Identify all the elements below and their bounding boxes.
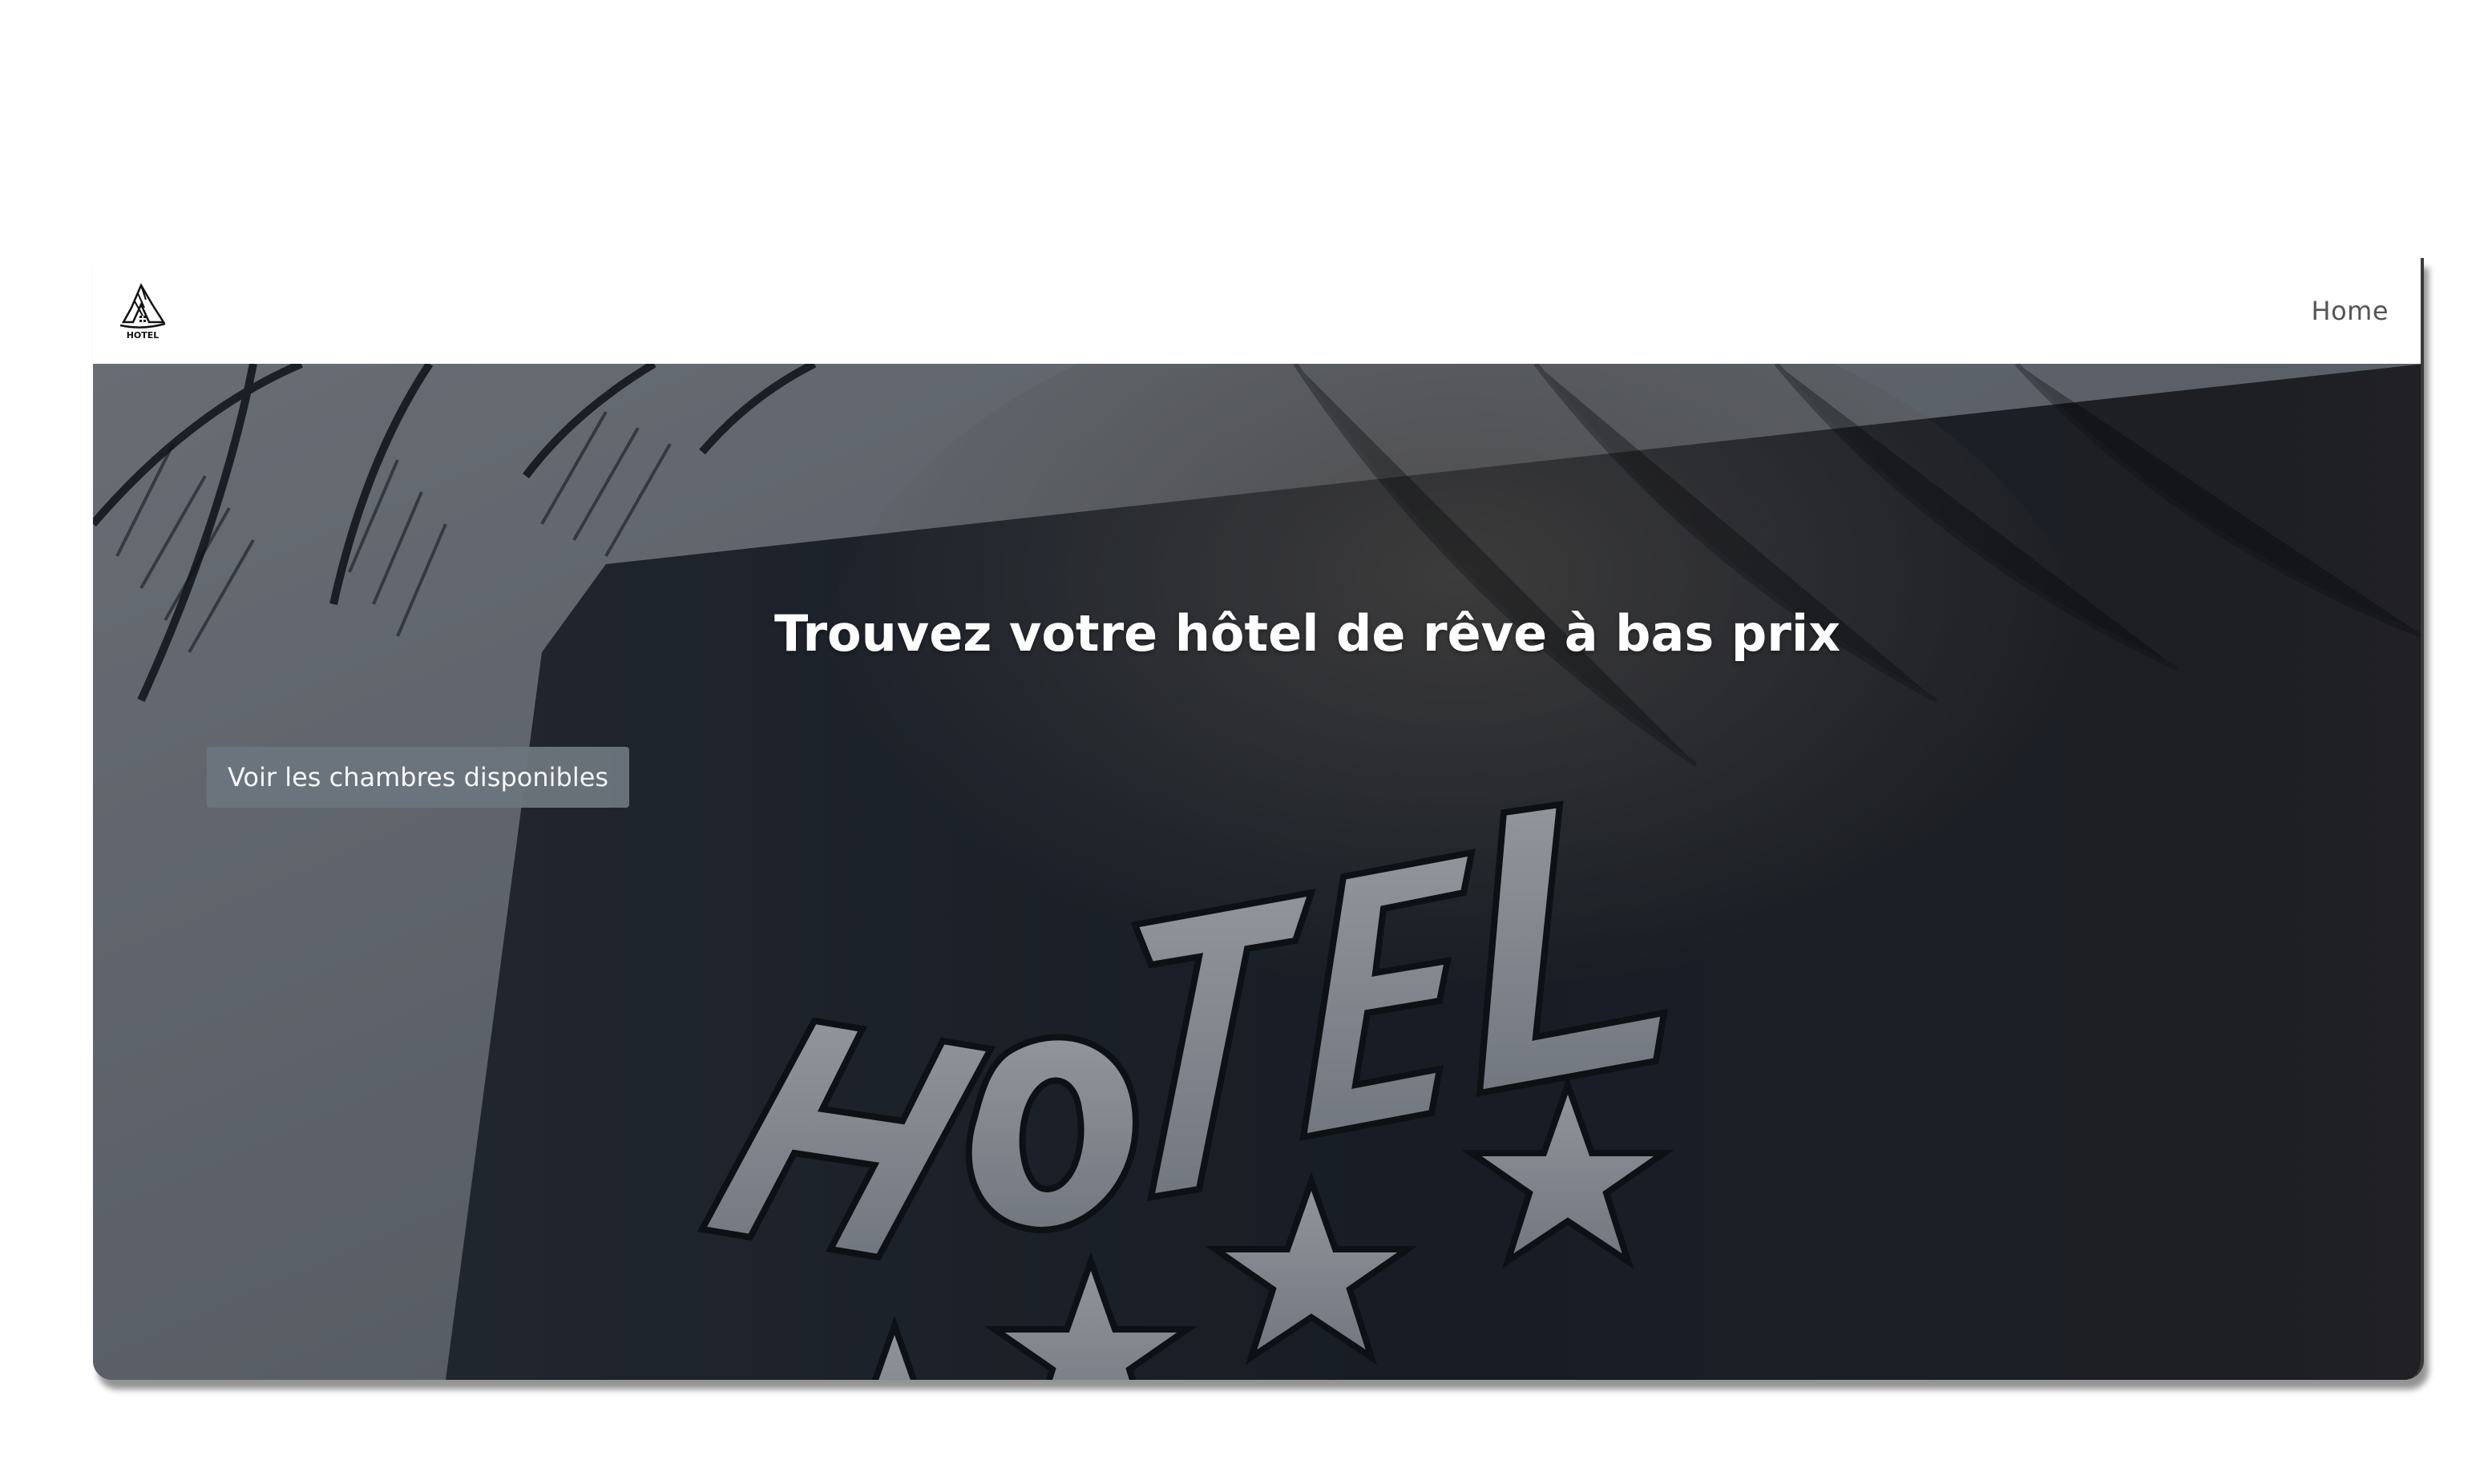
hero-background-image <box>93 364 2421 1380</box>
logo-link[interactable]: HOTEL <box>117 280 168 341</box>
hotel-logo-icon: HOTEL <box>119 283 166 341</box>
logo-text: HOTEL <box>127 330 160 341</box>
hero-title: Trouvez votre hôtel de rêve à bas prix <box>774 604 1841 663</box>
nav-home-link[interactable]: Home <box>2312 296 2389 326</box>
hero-banner: Trouvez votre hôtel de rêve à bas prix V… <box>93 364 2421 1380</box>
view-available-rooms-button[interactable]: Voir les chambres disponibles <box>207 747 630 808</box>
page-frame: HOTEL Home Trouvez votre hôtel de rêve à… <box>93 258 2424 1380</box>
navbar: HOTEL Home <box>93 258 2421 364</box>
